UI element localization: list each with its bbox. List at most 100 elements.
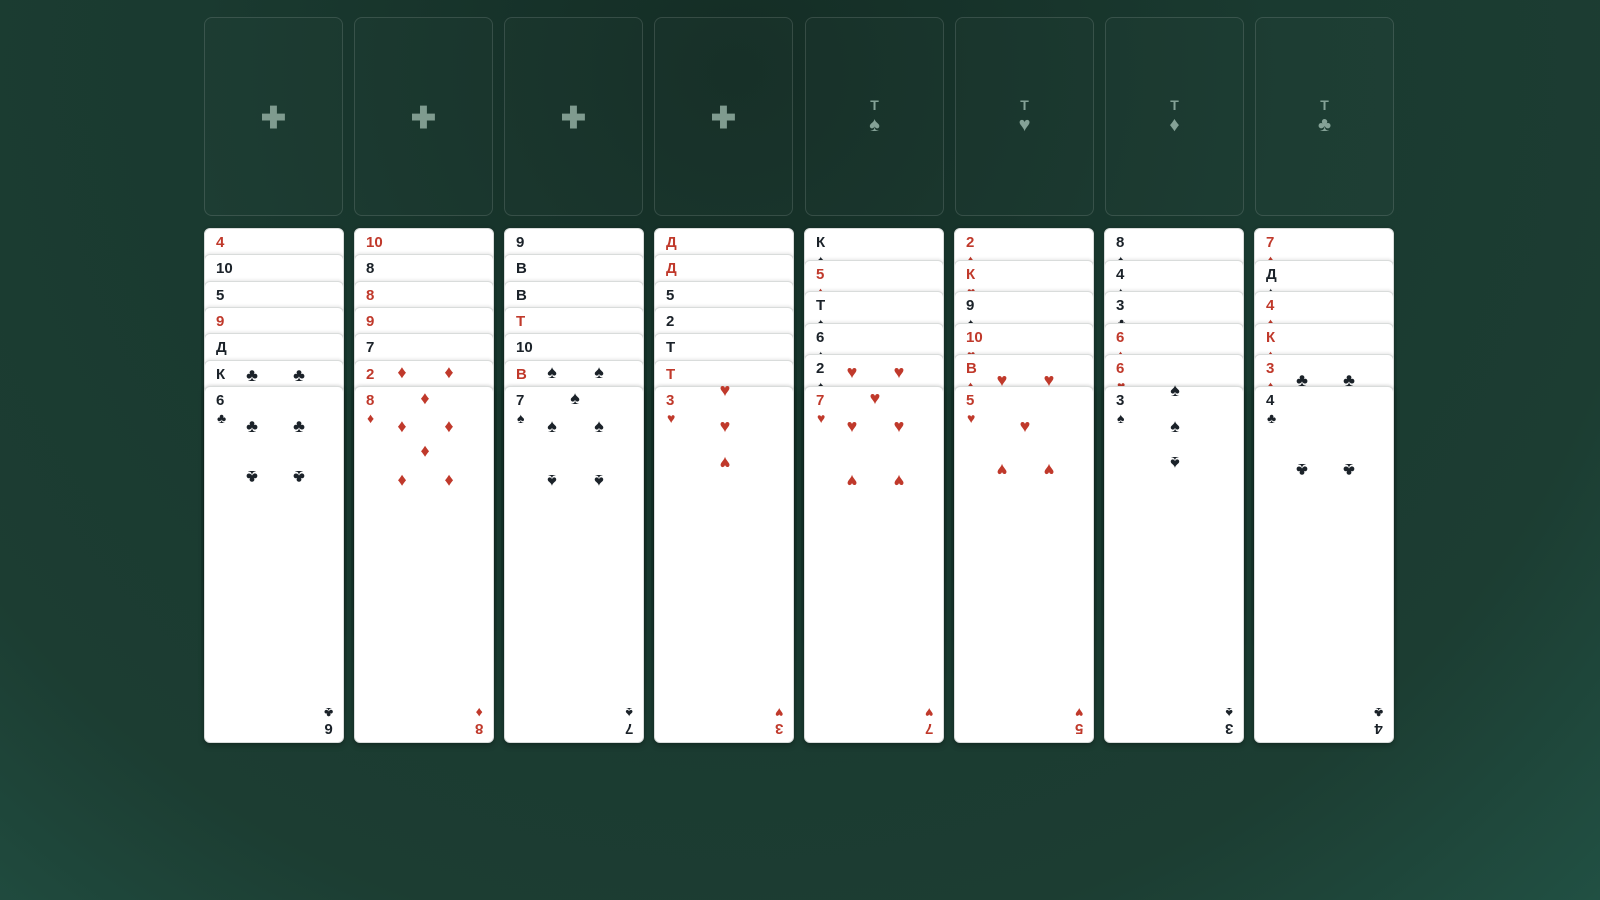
club-pip-icon: ♣ bbox=[1343, 370, 1355, 390]
plus-icon: ✚ bbox=[710, 102, 737, 135]
diamond-pip-icon: ♦ bbox=[420, 441, 430, 462]
playing-card[interactable]: 5 ♥ 5 ♥ ♥ ♥ ♥ ♥ ♥ bbox=[954, 371, 1094, 743]
card-rank: Д bbox=[666, 260, 677, 278]
spade-icon: ♠ bbox=[869, 114, 880, 136]
club-pip-icon: ♣ bbox=[1296, 460, 1308, 480]
heart-icon: ♥ bbox=[967, 410, 976, 426]
plus-icon: ✚ bbox=[560, 102, 587, 135]
club-pip-icon: ♣ bbox=[293, 466, 305, 487]
foundation-rank-label: Т bbox=[1020, 97, 1029, 113]
heart-icon: ♥ bbox=[1018, 114, 1031, 136]
card-corner-bottom: 3 ♠ bbox=[1224, 705, 1233, 737]
card-rank: 5 bbox=[1074, 720, 1083, 737]
heart-pip-icon: ♥ bbox=[893, 471, 905, 491]
card-rank: 7 bbox=[1266, 234, 1275, 251]
heart-icon: ♥ bbox=[924, 705, 933, 721]
empty-cell-slot[interactable]: ✚ bbox=[204, 17, 343, 216]
card-rank: К bbox=[216, 365, 226, 383]
heart-pip-icon: ♥ bbox=[893, 416, 905, 436]
diamond-pip-icon: ♦ bbox=[397, 415, 407, 436]
club-icon: ♣ bbox=[1317, 114, 1332, 136]
plus-icon: ✚ bbox=[260, 102, 287, 135]
playing-card[interactable]: 7 ♥ 7 ♥ ♥ ♥ ♥ ♥ ♥ ♥ ♥ bbox=[804, 363, 944, 743]
card-rank: 7 bbox=[624, 719, 633, 737]
spade-icon: ♠ bbox=[517, 409, 525, 426]
heart-pip-icon: ♥ bbox=[869, 388, 881, 408]
heart-pip-icon: ♥ bbox=[846, 416, 858, 436]
spade-pip-icon: ♠ bbox=[594, 415, 604, 436]
diamond-pip-icon: ♦ bbox=[444, 415, 454, 436]
club-pip-icon: ♣ bbox=[1296, 370, 1308, 390]
card-corner-bottom: 5 ♥ bbox=[1074, 705, 1083, 737]
card-rank: 9 bbox=[216, 312, 225, 330]
card-rank: 9 bbox=[366, 312, 375, 330]
card-rank: В bbox=[966, 360, 977, 378]
plus-icon: ✚ bbox=[410, 102, 437, 135]
foundation-slot-spade[interactable]: Т ♠ bbox=[805, 17, 944, 216]
card-rank: 9 bbox=[966, 297, 975, 315]
club-pip-icon: ♣ bbox=[293, 364, 305, 385]
diamond-icon: ♦ bbox=[475, 704, 483, 721]
card-rank: 3 bbox=[1116, 297, 1125, 315]
spade-pip-icon: ♠ bbox=[1170, 453, 1180, 473]
playing-card[interactable]: 4 ♣ 4 ♣ ♣ ♣ ♣ ♣ bbox=[1254, 371, 1394, 743]
spade-pip-icon: ♠ bbox=[594, 361, 604, 382]
spade-icon: ♠ bbox=[1117, 410, 1125, 426]
card-rank: 7 bbox=[516, 391, 525, 409]
card-rank: 4 bbox=[1266, 297, 1275, 315]
foundation-slot-club[interactable]: Т ♣ bbox=[1255, 17, 1394, 216]
heart-pip-icon: ♥ bbox=[719, 415, 731, 436]
card-rank: 8 bbox=[474, 719, 483, 737]
foundation-slot-diamond[interactable]: Т ♦ bbox=[1105, 17, 1244, 216]
foundation-rank-label: Т bbox=[870, 97, 879, 113]
card-rank: 7 bbox=[816, 392, 825, 409]
spade-icon: ♠ bbox=[1225, 705, 1233, 721]
club-pip-icon: ♣ bbox=[246, 415, 258, 436]
card-corner-bottom: 7 ♠ bbox=[624, 705, 633, 737]
playing-card[interactable]: 6 ♣ 6 ♣ ♣ ♣ ♣ ♣ ♣ ♣ bbox=[204, 366, 344, 743]
card-rank: В bbox=[516, 260, 527, 278]
card-rank: 5 bbox=[666, 286, 675, 304]
empty-cell-slot[interactable]: ✚ bbox=[354, 17, 493, 216]
diamond-icon: ♦ bbox=[367, 409, 375, 426]
card-rank: 10 bbox=[216, 260, 233, 278]
club-pip-icon: ♣ bbox=[1343, 460, 1355, 480]
card-rank: 3 bbox=[1224, 720, 1233, 737]
card-rank: 8 bbox=[1116, 234, 1125, 251]
spade-pip-icon: ♠ bbox=[1170, 380, 1180, 400]
diamond-pip-icon: ♦ bbox=[444, 361, 454, 382]
club-icon: ♣ bbox=[1373, 705, 1383, 721]
club-pip-icon: ♣ bbox=[246, 466, 258, 487]
empty-cell-slot[interactable]: ✚ bbox=[504, 17, 643, 216]
card-rank: 3 bbox=[774, 719, 783, 737]
card-rank: 4 bbox=[1116, 265, 1125, 283]
card-corner-bottom: 7 ♥ bbox=[924, 705, 933, 737]
spade-pip-icon: ♠ bbox=[594, 470, 604, 491]
card-rank: В bbox=[516, 286, 527, 304]
spade-pip-icon: ♠ bbox=[1170, 416, 1180, 436]
heart-pip-icon: ♥ bbox=[996, 460, 1008, 480]
foundation-slot-heart[interactable]: Т ♥ bbox=[955, 17, 1094, 216]
card-rank: 3 bbox=[666, 391, 675, 409]
card-corner-bottom: 6 ♣ bbox=[324, 705, 333, 737]
card-corner-bottom: 8 ♦ bbox=[474, 704, 483, 737]
empty-cell-slot[interactable]: ✚ bbox=[654, 17, 793, 216]
card-rank: К bbox=[816, 234, 826, 251]
card-rank: К bbox=[966, 265, 976, 283]
card-rank: 6 bbox=[816, 328, 825, 346]
diamond-pip-icon: ♦ bbox=[420, 387, 430, 408]
playing-card[interactable]: 3 ♥ 3 ♥ ♥ ♥ ♥ bbox=[654, 381, 794, 743]
card-rank: 3 bbox=[1266, 360, 1275, 378]
card-rank: 2 bbox=[816, 360, 825, 378]
card-rank: 10 bbox=[966, 328, 983, 346]
club-icon: ♣ bbox=[1267, 410, 1277, 426]
heart-pip-icon: ♥ bbox=[846, 471, 858, 491]
diamond-pip-icon: ♦ bbox=[397, 361, 407, 382]
playing-card[interactable]: 3 ♠ 3 ♠ ♠ ♠ ♠ bbox=[1104, 381, 1244, 743]
card-rank: Т bbox=[666, 365, 676, 383]
playing-card[interactable]: 8 ♦ 8 ♦ ♦ ♦ ♦ ♦ ♦ ♦ ♦ ♦ bbox=[354, 363, 494, 743]
card-rank: 8 bbox=[366, 260, 375, 278]
playing-card[interactable]: 7 ♠ 7 ♠ ♠ ♠ ♠ ♠ ♠ ♠ ♠ bbox=[504, 363, 644, 743]
card-rank: 2 bbox=[966, 234, 975, 251]
card-rank: 6 bbox=[324, 719, 333, 737]
